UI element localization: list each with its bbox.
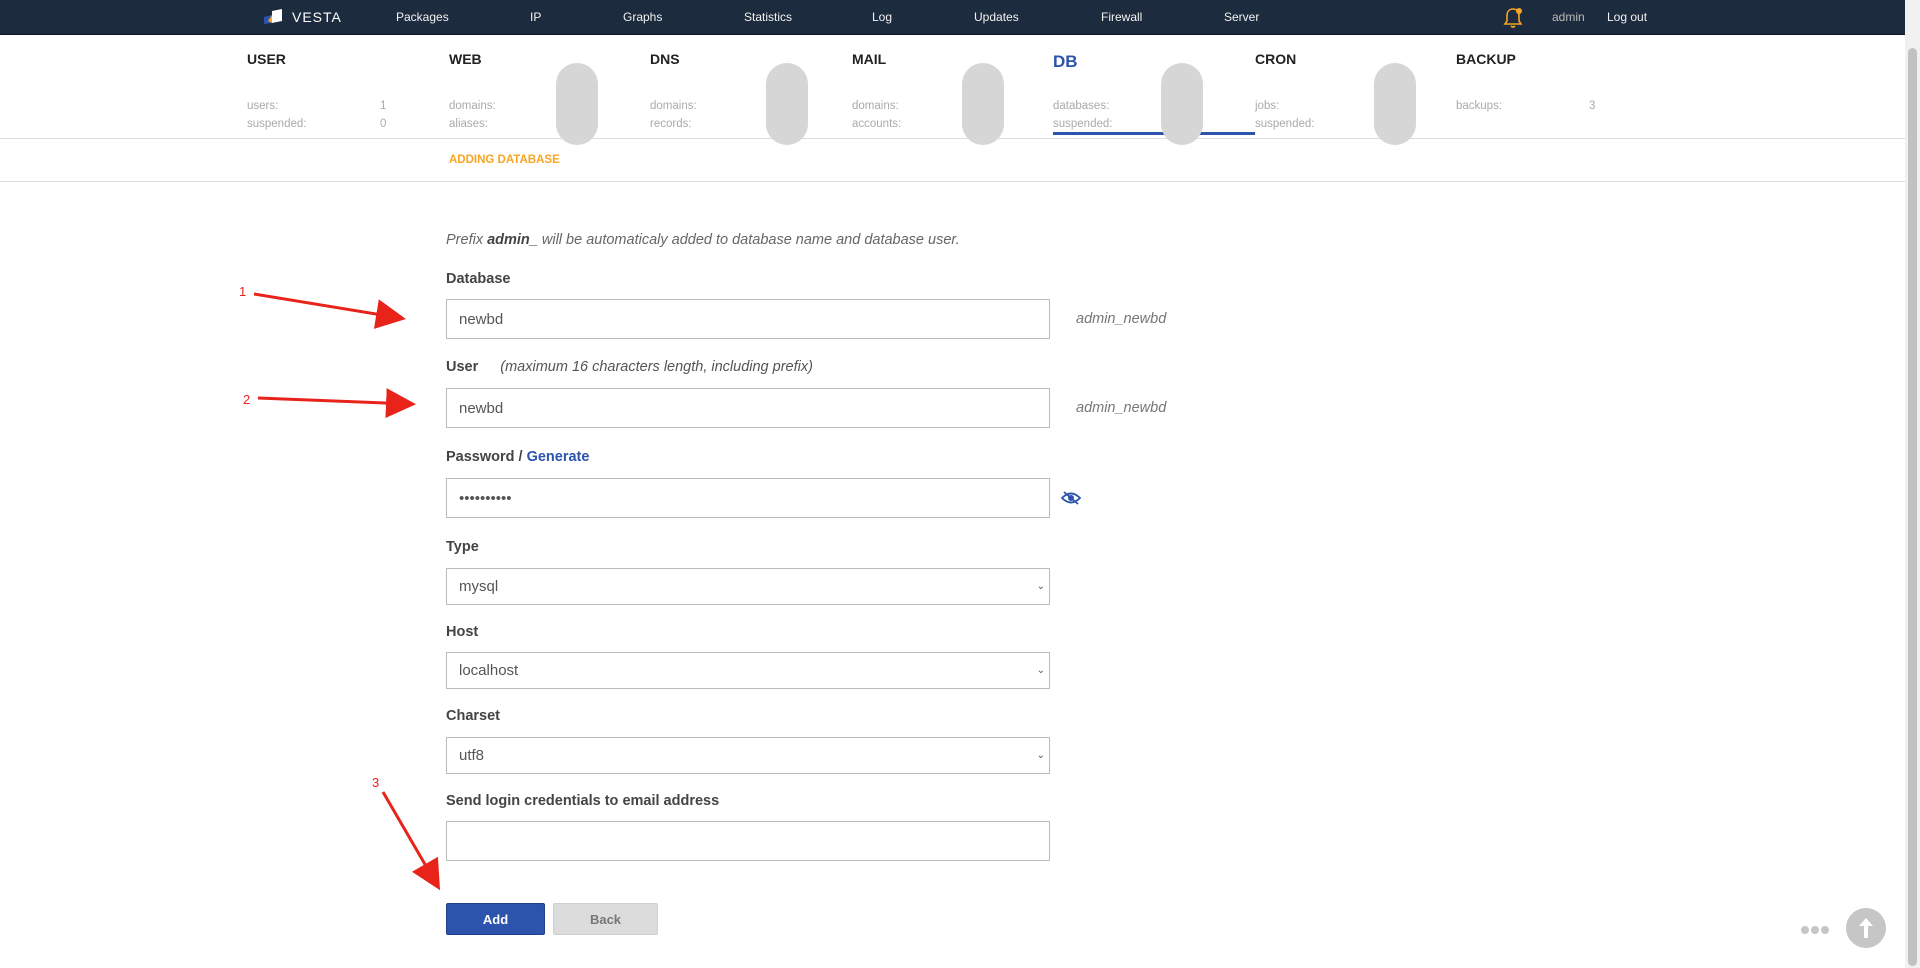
page-scrollbar[interactable] [1905,0,1920,968]
annotation-arrow-3 [381,791,441,891]
annotation-arrow-2 [257,388,416,419]
annotation-arrows [253,292,441,891]
arrow-up-icon [1859,918,1873,938]
more-dots-icon[interactable] [1801,922,1829,940]
scrollbar-thumb[interactable] [1908,48,1917,966]
annotation-arrow-1 [253,292,406,329]
scroll-to-top-button[interactable] [1846,908,1886,948]
